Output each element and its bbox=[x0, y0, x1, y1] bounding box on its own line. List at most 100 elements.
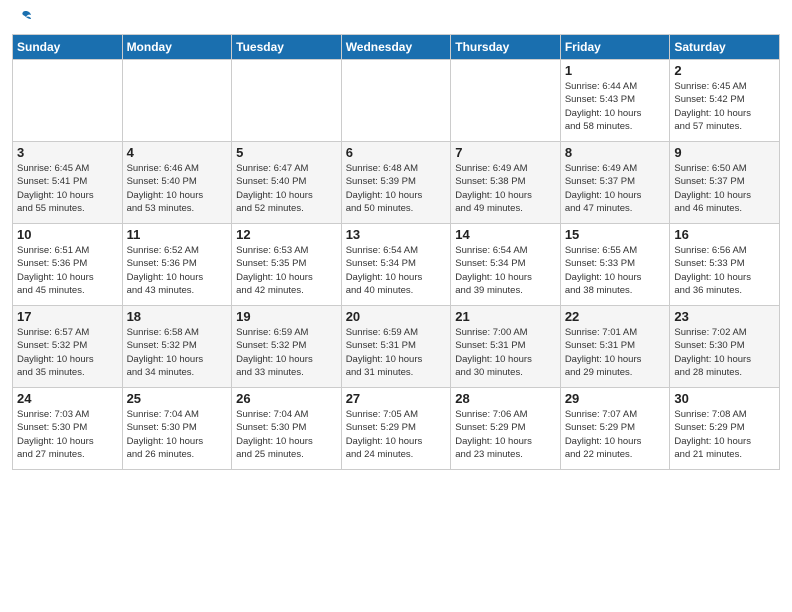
day-number: 1 bbox=[565, 63, 666, 78]
weekday-header-tuesday: Tuesday bbox=[232, 35, 342, 60]
day-number: 30 bbox=[674, 391, 775, 406]
day-info: Sunrise: 7:04 AM Sunset: 5:30 PM Dayligh… bbox=[127, 408, 228, 461]
day-number: 7 bbox=[455, 145, 556, 160]
calendar-cell: 25Sunrise: 7:04 AM Sunset: 5:30 PM Dayli… bbox=[122, 388, 232, 470]
day-number: 29 bbox=[565, 391, 666, 406]
calendar-cell bbox=[122, 60, 232, 142]
weekday-header-wednesday: Wednesday bbox=[341, 35, 451, 60]
calendar-cell: 26 Sunrise: 7:04 AM Sunset: 5:30 PM Dayli… bbox=[232, 388, 342, 470]
calendar-cell: 8Sunrise: 6:49 AM Sunset: 5:37 PM Daylig… bbox=[560, 142, 670, 224]
page-container: SundayMondayTuesdayWednesdayThursdayFrid… bbox=[0, 0, 792, 476]
day-number: 22 bbox=[565, 309, 666, 324]
calendar-cell: 17 Sunrise: 6:57 AM Sunset: 5:32 PM Dayli… bbox=[13, 306, 123, 388]
day-number: 10 bbox=[17, 227, 118, 242]
day-info: Sunrise: 6:58 AM Sunset: 5:32 PM Dayligh… bbox=[127, 326, 228, 379]
day-number: 17 bbox=[17, 309, 118, 324]
calendar-cell: 19 Sunrise: 6:59 AM Sunset: 5:32 PM Dayli… bbox=[232, 306, 342, 388]
calendar-week-row: 3 Sunrise: 6:45 AM Sunset: 5:41 PM Daylig… bbox=[13, 142, 780, 224]
calendar-cell: 14 Sunrise: 6:54 AM Sunset: 5:34 PM Dayli… bbox=[451, 224, 561, 306]
weekday-header-monday: Monday bbox=[122, 35, 232, 60]
day-info: Sunrise: 6:45 AM Sunset: 5:41 PM Dayligh… bbox=[17, 162, 118, 215]
calendar-cell: 24Sunrise: 7:03 AM Sunset: 5:30 PM Dayli… bbox=[13, 388, 123, 470]
day-number: 6 bbox=[346, 145, 447, 160]
day-number: 8 bbox=[565, 145, 666, 160]
day-info: Sunrise: 6:45 AM Sunset: 5:42 PM Dayligh… bbox=[674, 80, 775, 133]
day-number: 20 bbox=[346, 309, 447, 324]
weekday-header-row: SundayMondayTuesdayWednesdayThursdayFrid… bbox=[13, 35, 780, 60]
day-info: Sunrise: 6:55 AM Sunset: 5:33 PM Dayligh… bbox=[565, 244, 666, 297]
calendar-cell: 21 Sunrise: 7:00 AM Sunset: 5:31 PM Dayli… bbox=[451, 306, 561, 388]
day-info: Sunrise: 7:06 AM Sunset: 5:29 PM Dayligh… bbox=[455, 408, 556, 461]
day-info: Sunrise: 6:48 AM Sunset: 5:39 PM Dayligh… bbox=[346, 162, 447, 215]
day-info: Sunrise: 7:00 AM Sunset: 5:31 PM Dayligh… bbox=[455, 326, 556, 379]
calendar-week-row: 24Sunrise: 7:03 AM Sunset: 5:30 PM Dayli… bbox=[13, 388, 780, 470]
calendar-cell: 15 Sunrise: 6:55 AM Sunset: 5:33 PM Dayli… bbox=[560, 224, 670, 306]
logo-bird-icon bbox=[14, 10, 32, 26]
calendar-cell: 22 Sunrise: 7:01 AM Sunset: 5:31 PM Dayli… bbox=[560, 306, 670, 388]
calendar-cell: 20 Sunrise: 6:59 AM Sunset: 5:31 PM Dayli… bbox=[341, 306, 451, 388]
calendar-cell: 1 Sunrise: 6:44 AM Sunset: 5:43 PM Daylig… bbox=[560, 60, 670, 142]
day-info: Sunrise: 7:04 AM Sunset: 5:30 PM Dayligh… bbox=[236, 408, 337, 461]
logo bbox=[12, 10, 32, 26]
calendar-cell: 13Sunrise: 6:54 AM Sunset: 5:34 PM Dayli… bbox=[341, 224, 451, 306]
calendar-cell: 9Sunrise: 6:50 AM Sunset: 5:37 PM Daylig… bbox=[670, 142, 780, 224]
calendar-cell: 28 Sunrise: 7:06 AM Sunset: 5:29 PM Dayli… bbox=[451, 388, 561, 470]
weekday-header-sunday: Sunday bbox=[13, 35, 123, 60]
calendar-cell: 10Sunrise: 6:51 AM Sunset: 5:36 PM Dayli… bbox=[13, 224, 123, 306]
day-info: Sunrise: 6:50 AM Sunset: 5:37 PM Dayligh… bbox=[674, 162, 775, 215]
calendar-week-row: 17 Sunrise: 6:57 AM Sunset: 5:32 PM Dayli… bbox=[13, 306, 780, 388]
calendar-cell: 30Sunrise: 7:08 AM Sunset: 5:29 PM Dayli… bbox=[670, 388, 780, 470]
day-info: Sunrise: 6:49 AM Sunset: 5:38 PM Dayligh… bbox=[455, 162, 556, 215]
day-info: Sunrise: 7:05 AM Sunset: 5:29 PM Dayligh… bbox=[346, 408, 447, 461]
day-info: Sunrise: 6:44 AM Sunset: 5:43 PM Dayligh… bbox=[565, 80, 666, 133]
calendar-cell: 16 Sunrise: 6:56 AM Sunset: 5:33 PM Dayli… bbox=[670, 224, 780, 306]
day-info: Sunrise: 6:59 AM Sunset: 5:31 PM Dayligh… bbox=[346, 326, 447, 379]
calendar-cell: 12 Sunrise: 6:53 AM Sunset: 5:35 PM Dayli… bbox=[232, 224, 342, 306]
calendar-cell: 3 Sunrise: 6:45 AM Sunset: 5:41 PM Daylig… bbox=[13, 142, 123, 224]
day-number: 19 bbox=[236, 309, 337, 324]
day-number: 27 bbox=[346, 391, 447, 406]
day-info: Sunrise: 6:59 AM Sunset: 5:32 PM Dayligh… bbox=[236, 326, 337, 379]
calendar-cell: 7 Sunrise: 6:49 AM Sunset: 5:38 PM Daylig… bbox=[451, 142, 561, 224]
calendar-cell: 11Sunrise: 6:52 AM Sunset: 5:36 PM Dayli… bbox=[122, 224, 232, 306]
day-number: 28 bbox=[455, 391, 556, 406]
calendar-cell: 27 Sunrise: 7:05 AM Sunset: 5:29 PM Dayli… bbox=[341, 388, 451, 470]
day-info: Sunrise: 6:54 AM Sunset: 5:34 PM Dayligh… bbox=[346, 244, 447, 297]
day-info: Sunrise: 7:07 AM Sunset: 5:29 PM Dayligh… bbox=[565, 408, 666, 461]
calendar-cell: 2Sunrise: 6:45 AM Sunset: 5:42 PM Daylig… bbox=[670, 60, 780, 142]
day-info: Sunrise: 6:53 AM Sunset: 5:35 PM Dayligh… bbox=[236, 244, 337, 297]
day-number: 5 bbox=[236, 145, 337, 160]
header bbox=[12, 10, 780, 26]
calendar-table: SundayMondayTuesdayWednesdayThursdayFrid… bbox=[12, 34, 780, 470]
calendar-cell bbox=[451, 60, 561, 142]
day-number: 16 bbox=[674, 227, 775, 242]
day-info: Sunrise: 6:52 AM Sunset: 5:36 PM Dayligh… bbox=[127, 244, 228, 297]
calendar-week-row: 10Sunrise: 6:51 AM Sunset: 5:36 PM Dayli… bbox=[13, 224, 780, 306]
day-info: Sunrise: 6:56 AM Sunset: 5:33 PM Dayligh… bbox=[674, 244, 775, 297]
calendar-cell: 23 Sunrise: 7:02 AM Sunset: 5:30 PM Dayli… bbox=[670, 306, 780, 388]
day-number: 23 bbox=[674, 309, 775, 324]
calendar-cell bbox=[232, 60, 342, 142]
day-info: Sunrise: 6:57 AM Sunset: 5:32 PM Dayligh… bbox=[17, 326, 118, 379]
calendar-cell bbox=[13, 60, 123, 142]
day-number: 15 bbox=[565, 227, 666, 242]
day-number: 3 bbox=[17, 145, 118, 160]
calendar-cell: 5Sunrise: 6:47 AM Sunset: 5:40 PM Daylig… bbox=[232, 142, 342, 224]
day-info: Sunrise: 7:02 AM Sunset: 5:30 PM Dayligh… bbox=[674, 326, 775, 379]
calendar-cell: 29 Sunrise: 7:07 AM Sunset: 5:29 PM Dayli… bbox=[560, 388, 670, 470]
day-number: 18 bbox=[127, 309, 228, 324]
day-number: 26 bbox=[236, 391, 337, 406]
weekday-header-friday: Friday bbox=[560, 35, 670, 60]
day-info: Sunrise: 6:46 AM Sunset: 5:40 PM Dayligh… bbox=[127, 162, 228, 215]
day-number: 21 bbox=[455, 309, 556, 324]
day-info: Sunrise: 7:01 AM Sunset: 5:31 PM Dayligh… bbox=[565, 326, 666, 379]
calendar-cell: 6 Sunrise: 6:48 AM Sunset: 5:39 PM Daylig… bbox=[341, 142, 451, 224]
calendar-cell: 4 Sunrise: 6:46 AM Sunset: 5:40 PM Daylig… bbox=[122, 142, 232, 224]
day-info: Sunrise: 6:54 AM Sunset: 5:34 PM Dayligh… bbox=[455, 244, 556, 297]
weekday-header-thursday: Thursday bbox=[451, 35, 561, 60]
day-number: 4 bbox=[127, 145, 228, 160]
day-number: 12 bbox=[236, 227, 337, 242]
calendar-cell: 18 Sunrise: 6:58 AM Sunset: 5:32 PM Dayli… bbox=[122, 306, 232, 388]
day-number: 14 bbox=[455, 227, 556, 242]
day-number: 24 bbox=[17, 391, 118, 406]
